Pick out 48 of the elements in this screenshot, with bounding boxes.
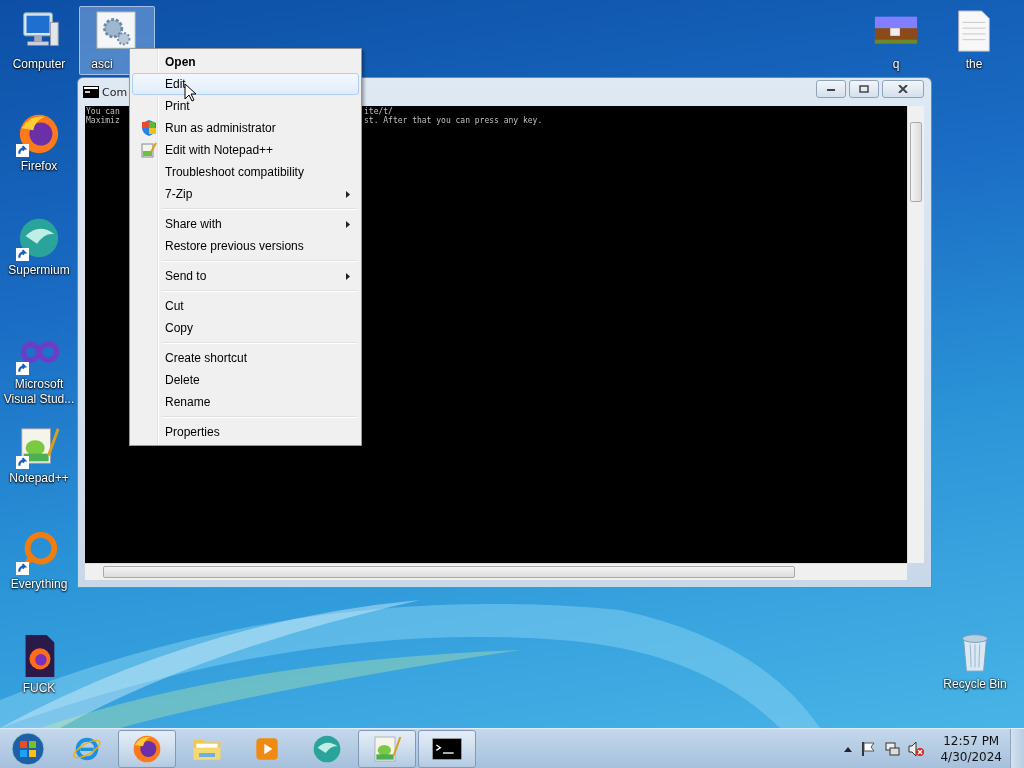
menu-item[interactable]: 7-Zip <box>132 183 359 205</box>
network-icon[interactable] <box>884 740 901 757</box>
menu-item[interactable]: Print <box>132 95 359 117</box>
menu-item[interactable]: Delete <box>132 369 359 391</box>
notepad-icon <box>141 142 157 158</box>
clock-date: 4/30/2024 <box>940 748 1002 765</box>
desktop-icon[interactable]: the <box>936 6 1012 75</box>
minimize-button[interactable] <box>816 80 846 98</box>
flag-icon[interactable] <box>860 740 877 757</box>
menu-item[interactable]: Troubleshoot compatibility <box>132 161 359 183</box>
terminal-icon <box>83 86 99 98</box>
shield-icon <box>142 120 156 136</box>
taskbar-button[interactable] <box>418 729 476 768</box>
menu-item[interactable]: Rename <box>132 391 359 413</box>
speaker-muted-icon[interactable] <box>908 740 925 757</box>
desktop-icon[interactable]: Microsoft Visual Stud... <box>1 326 77 410</box>
mouse-pointer-icon <box>184 83 196 102</box>
taskbar-button[interactable] <box>118 729 176 768</box>
clock[interactable]: 12:57 PM 4/30/2024 <box>940 732 1002 765</box>
menu-item[interactable]: Properties <box>132 421 359 443</box>
desktop-icon[interactable]: Firefox <box>1 108 77 177</box>
desktop-icon[interactable]: Computer <box>1 6 77 75</box>
show-hidden-icons-icon[interactable] <box>844 745 853 752</box>
console-text: You can <box>86 107 121 116</box>
console-text: Maximiz <box>86 116 121 125</box>
console-text: ite/t/ <box>364 107 393 116</box>
maximize-icon <box>859 85 869 93</box>
vertical-scrollbar[interactable] <box>907 106 924 563</box>
desktop-icon[interactable]: Notepad++ <box>1 420 77 489</box>
menu-item[interactable]: Copy <box>132 317 359 339</box>
horizontal-scrollbar[interactable] <box>85 563 907 580</box>
desktop-icon[interactable]: q <box>858 6 934 75</box>
menu-item[interactable]: Edit <box>132 73 359 95</box>
menu-item[interactable]: Edit with Notepad++ <box>132 139 359 161</box>
window-title: Com <box>102 85 128 99</box>
close-icon <box>898 85 908 93</box>
close-button[interactable] <box>882 80 924 98</box>
menu-item[interactable]: Share with <box>132 213 359 235</box>
menu-item[interactable]: Create shortcut <box>132 347 359 369</box>
minimize-icon <box>826 86 836 92</box>
clock-time: 12:57 PM <box>943 732 1000 749</box>
menu-item[interactable]: Send to <box>132 265 359 287</box>
menu-item[interactable]: Run as administrator <box>132 117 359 139</box>
menu-item[interactable]: Cut <box>132 295 359 317</box>
desktop-icon[interactable]: Supermium <box>1 212 77 281</box>
maximize-button[interactable] <box>849 80 879 98</box>
menu-item[interactable]: Restore previous versions <box>132 235 359 257</box>
console-text: st. After that you can press any key. <box>364 116 543 125</box>
